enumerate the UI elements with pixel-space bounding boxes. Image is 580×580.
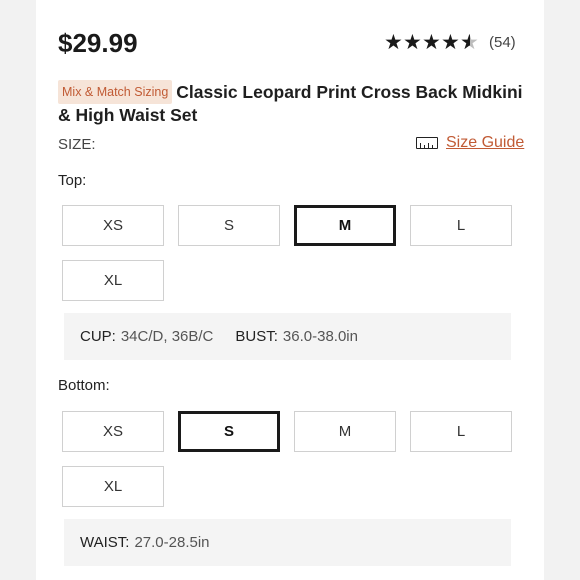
size-guide-label[interactable]: Size Guide bbox=[446, 134, 524, 152]
bottom-size-xs[interactable]: XS bbox=[62, 411, 164, 452]
price: $29.99 bbox=[58, 28, 138, 58]
cup-value: 34C/D, 36B/C bbox=[120, 328, 214, 345]
size-guide-link[interactable]: Size Guide bbox=[416, 134, 524, 152]
top-size-l[interactable]: L bbox=[410, 205, 512, 246]
half-star-icon: ★ bbox=[460, 32, 479, 53]
ruler-icon bbox=[416, 137, 438, 149]
top-size-xs[interactable]: XS bbox=[62, 205, 164, 246]
top-size-xl[interactable]: XL bbox=[62, 260, 164, 301]
star-icon: ★ bbox=[441, 31, 460, 54]
size-label: SIZE: bbox=[58, 136, 96, 153]
bottom-section-label: Bottom: bbox=[58, 377, 110, 394]
star-rating-icon: ★ ★ ★ ★ ★ bbox=[384, 32, 479, 53]
star-icon: ★ bbox=[422, 31, 441, 54]
bottom-size-m[interactable]: M bbox=[294, 411, 396, 452]
waist-label: WAIST: bbox=[80, 534, 130, 551]
bottom-size-s-selected[interactable]: S bbox=[178, 411, 280, 452]
bottom-measurements: WAIST: 27.0-28.5in bbox=[64, 519, 511, 566]
top-size-s[interactable]: S bbox=[178, 205, 280, 246]
bottom-size-xl[interactable]: XL bbox=[62, 466, 164, 507]
bottom-size-l[interactable]: L bbox=[410, 411, 512, 452]
bust-label: BUST: bbox=[235, 328, 278, 345]
product-card: $29.99 ★ ★ ★ ★ ★ (54) Mix & Match Sizing… bbox=[36, 0, 544, 580]
rating-count[interactable]: (54) bbox=[489, 34, 516, 51]
bust-value: 36.0-38.0in bbox=[282, 328, 358, 345]
mix-match-badge: Mix & Match Sizing bbox=[58, 80, 173, 104]
star-icon: ★ bbox=[403, 31, 422, 54]
cup-label: CUP: bbox=[80, 328, 116, 345]
star-icon: ★ bbox=[384, 31, 403, 54]
waist-value: 27.0-28.5in bbox=[134, 534, 210, 551]
top-measurements: CUP: 34C/D, 36B/C BUST: 36.0-38.0in bbox=[64, 313, 511, 360]
rating[interactable]: ★ ★ ★ ★ ★ (54) bbox=[384, 32, 516, 53]
top-size-m-selected[interactable]: M bbox=[294, 205, 396, 246]
product-title: Mix & Match Sizing Classic Leopard Print … bbox=[58, 80, 528, 126]
top-section-label: Top: bbox=[58, 172, 87, 189]
